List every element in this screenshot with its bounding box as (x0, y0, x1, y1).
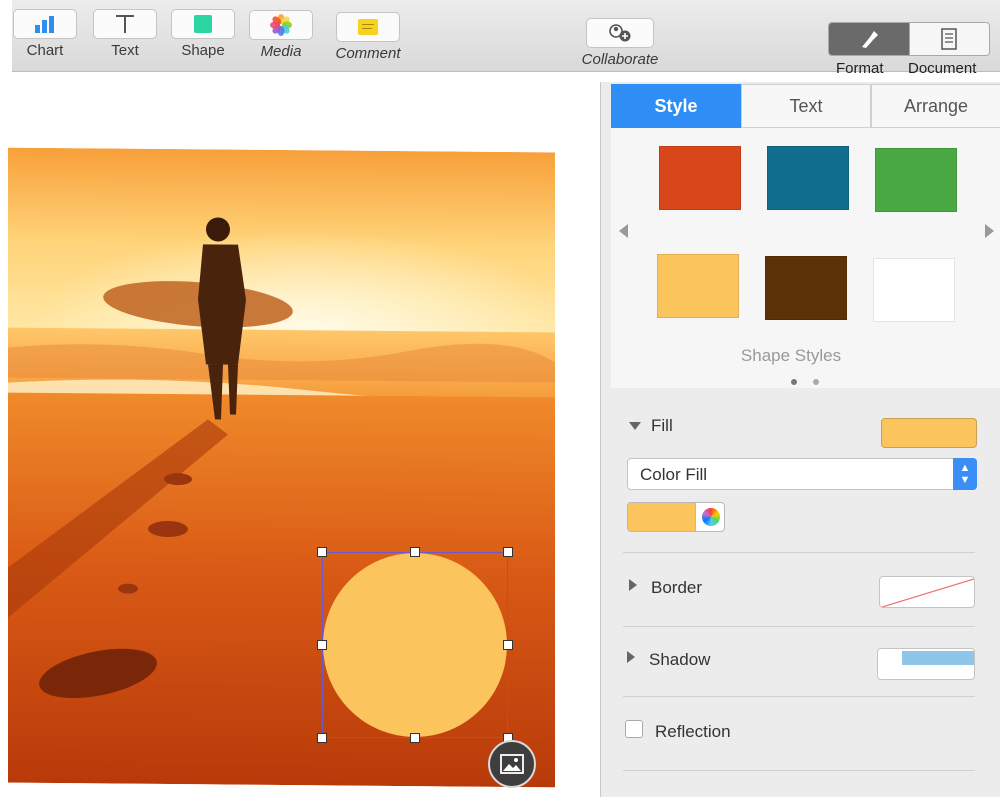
chart-icon (13, 9, 77, 39)
shadow-preset-well[interactable] (877, 648, 975, 680)
shape-tool[interactable]: Shape (170, 9, 236, 59)
media-label: Media (260, 43, 302, 60)
fill-color-picker[interactable] (627, 502, 725, 532)
collaborate-tool[interactable]: Collaborate (572, 18, 668, 68)
shape-style-white[interactable] (873, 258, 955, 322)
format-label: Format (836, 60, 884, 77)
comment-label: Comment (335, 45, 401, 62)
fill-color-chip (628, 503, 696, 531)
shape-style-light-orange[interactable] (657, 254, 739, 318)
tab-arrange[interactable]: Arrange (871, 84, 1000, 128)
shape-style-orange[interactable] (659, 146, 741, 210)
chart-tool[interactable]: Chart (12, 9, 78, 59)
comment-tool[interactable]: Comment (332, 12, 404, 62)
selected-circle-shape[interactable] (322, 552, 508, 738)
shadow-disclosure-icon[interactable] (627, 651, 635, 663)
chevron-left-icon[interactable] (619, 224, 628, 238)
document-label: Document (908, 60, 977, 77)
border-label: Border (651, 578, 703, 597)
document-button[interactable] (908, 23, 989, 55)
paintbrush-icon (861, 31, 878, 48)
text-icon (93, 9, 157, 39)
select-stepper-icon: ▲ ▼ (953, 458, 977, 490)
shape-styles-panel: Shape Styles (611, 128, 1000, 388)
fill-disclosure-icon[interactable] (629, 422, 641, 430)
resize-handle-top[interactable] (410, 547, 420, 557)
tab-style[interactable]: Style (611, 84, 741, 128)
format-inspector: Style Text Arrange Shape Styles Fill Col… (600, 82, 1000, 797)
border-disclosure-icon[interactable] (629, 579, 637, 591)
shape-style-teal[interactable] (767, 146, 849, 210)
text-label: Text (111, 42, 139, 59)
text-tool[interactable]: Text (92, 9, 158, 59)
reflection-label: Reflection (655, 722, 731, 741)
shape-style-brown[interactable] (765, 256, 847, 320)
toolbar: Chart Text Shape Media Comment Collabora… (12, 0, 1000, 77)
add-person-icon (586, 18, 654, 48)
fill-type-select[interactable]: Color Fill ▲ ▼ (627, 458, 977, 490)
inspector-tabs: Style Text Arrange (611, 84, 1000, 128)
circle-fill (323, 553, 507, 737)
format-document-segmented (828, 22, 990, 56)
chart-label: Chart (26, 42, 64, 59)
image-badge-button[interactable] (488, 740, 536, 788)
resize-handle-right[interactable] (503, 640, 513, 650)
page-dots (791, 372, 820, 390)
format-button[interactable] (829, 23, 909, 55)
color-wheel-icon (702, 508, 720, 526)
resize-handle-bottom[interactable] (410, 733, 420, 743)
tab-text[interactable]: Text (741, 84, 871, 128)
image-icon (500, 754, 524, 774)
resize-handle-bottom-left[interactable] (317, 733, 327, 743)
resize-handle-top-left[interactable] (317, 547, 327, 557)
fill-label: Fill (651, 416, 673, 435)
reflection-checkbox[interactable] (625, 720, 643, 738)
fill-type-value: Color Fill (640, 465, 708, 484)
border-preset-well[interactable] (879, 576, 975, 608)
divider (623, 626, 975, 627)
shadow-label: Shadow (649, 650, 711, 669)
document-icon (941, 28, 957, 50)
resize-handle-top-right[interactable] (503, 547, 513, 557)
shape-icon (171, 9, 235, 39)
shape-style-green[interactable] (875, 148, 957, 212)
chevron-right-icon[interactable] (985, 224, 994, 238)
photos-flower-icon (249, 10, 313, 40)
fill-color-well[interactable] (881, 418, 977, 448)
divider (623, 696, 975, 697)
shape-styles-label: Shape Styles (740, 346, 842, 365)
media-tool[interactable]: Media (248, 10, 314, 60)
shape-label: Shape (181, 42, 225, 59)
divider (623, 552, 975, 553)
comment-icon (336, 12, 400, 42)
divider (623, 770, 975, 771)
resize-handle-left[interactable] (317, 640, 327, 650)
collaborate-label: Collaborate (581, 51, 659, 68)
